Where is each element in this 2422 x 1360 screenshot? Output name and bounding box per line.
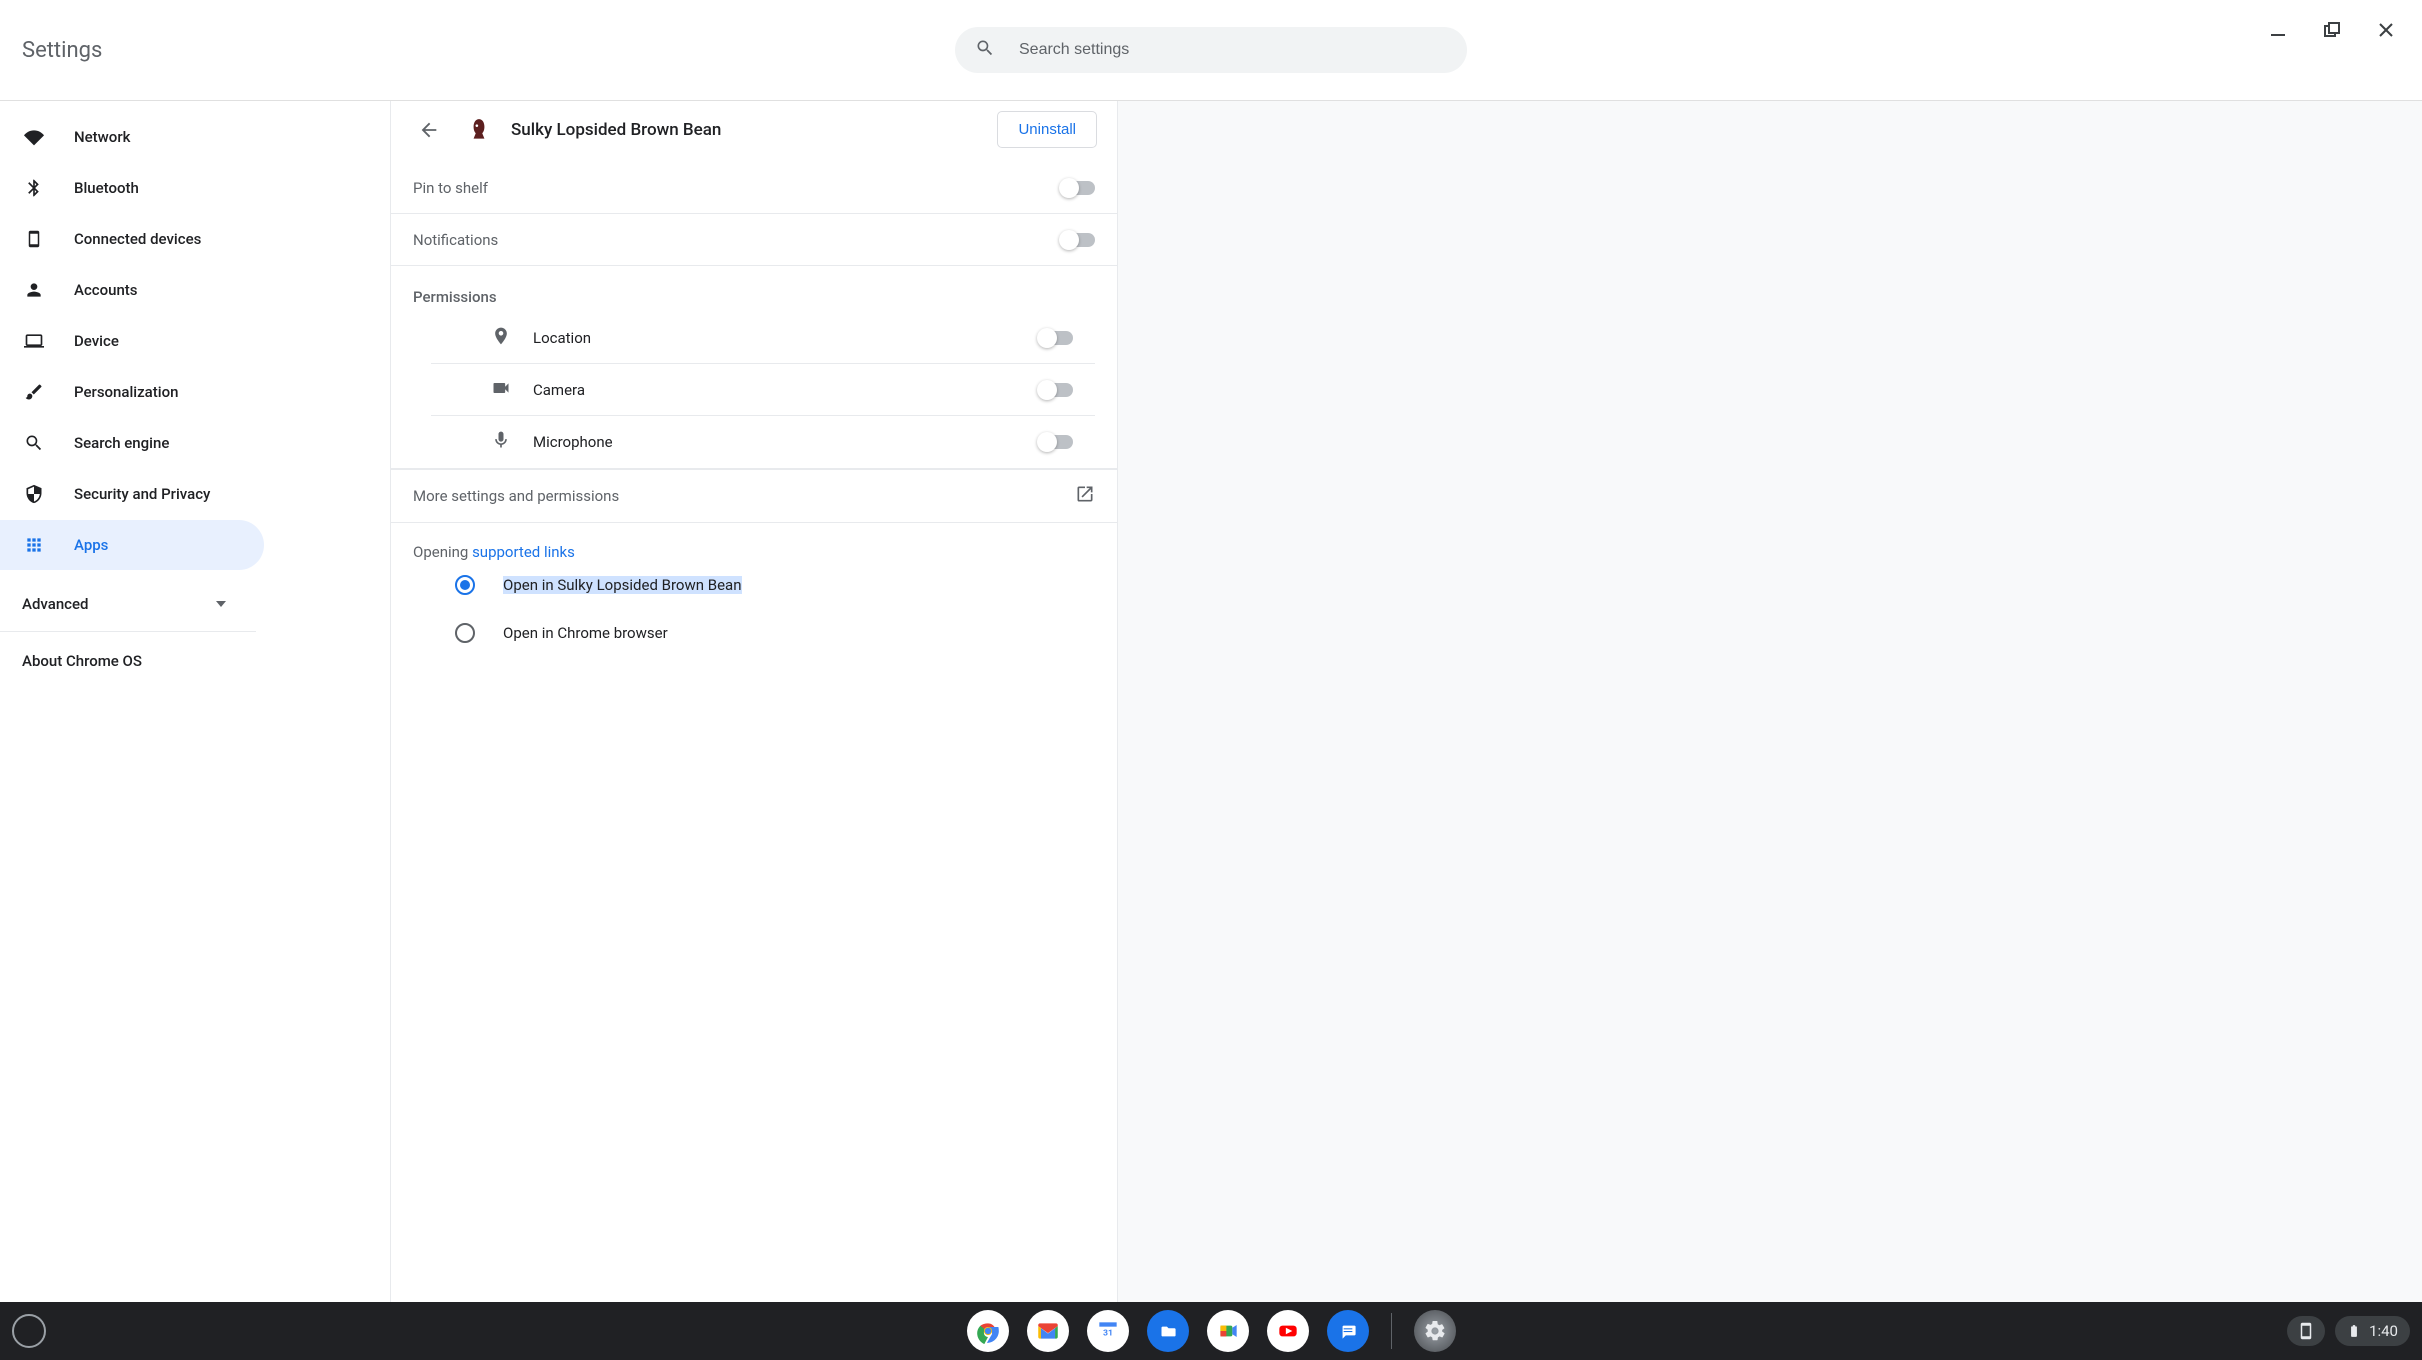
radio-open-in-app[interactable]: Open in Sulky Lopsided Brown Bean	[391, 561, 1117, 609]
permission-label: Location	[533, 329, 591, 347]
sidebar-item-label: Network	[74, 128, 130, 146]
external-link-icon	[1075, 484, 1095, 508]
shelf-icon-settings[interactable]	[1414, 1310, 1456, 1352]
shelf-icon-messages[interactable]	[1327, 1310, 1369, 1352]
shelf-icon-youtube[interactable]	[1267, 1310, 1309, 1352]
supported-links-link[interactable]: supported links	[472, 543, 575, 561]
app-detail-title: Sulky Lopsided Brown Bean	[511, 120, 979, 140]
more-settings-row[interactable]: More settings and permissions	[391, 469, 1117, 523]
permission-label: Camera	[533, 381, 585, 399]
clock-text: 1:40	[2369, 1322, 2398, 1340]
laptop-icon	[22, 331, 46, 351]
sidebar-item-accounts[interactable]: Accounts	[0, 265, 264, 315]
sidebar-item-apps[interactable]: Apps	[0, 520, 264, 570]
permission-camera-row: Camera	[431, 364, 1095, 416]
sidebar-item-connected-devices[interactable]: Connected devices	[0, 214, 264, 264]
permissions-heading: Permissions	[391, 266, 1117, 312]
shelf-divider	[1391, 1313, 1392, 1349]
permission-location-row: Location	[431, 312, 1095, 364]
shelf-icon-calendar[interactable]: 31	[1087, 1310, 1129, 1352]
back-button[interactable]	[411, 112, 447, 148]
sidebar-item-label: Security and Privacy	[74, 485, 210, 503]
page-title: Settings	[22, 38, 102, 63]
brush-icon	[22, 382, 46, 402]
sidebar-item-label: Device	[74, 332, 119, 350]
sidebar-item-personalization[interactable]: Personalization	[0, 367, 264, 417]
microphone-toggle[interactable]	[1039, 435, 1073, 449]
chevron-down-icon	[216, 601, 226, 607]
sidebar-item-network[interactable]: Network	[0, 112, 264, 162]
location-icon	[491, 326, 511, 350]
sidebar-item-search-engine[interactable]: Search engine	[0, 418, 264, 468]
sidebar-item-bluetooth[interactable]: Bluetooth	[0, 163, 264, 213]
sidebar-item-security-privacy[interactable]: Security and Privacy	[0, 469, 264, 519]
radio-button-icon	[455, 575, 475, 595]
search-engine-icon	[22, 433, 46, 453]
camera-icon	[491, 378, 511, 402]
person-icon	[22, 280, 46, 300]
sidebar-advanced[interactable]: Advanced	[0, 576, 256, 632]
radio-button-icon	[455, 623, 475, 643]
sidebar: Network Bluetooth Connected devices Acco…	[0, 101, 390, 1360]
sidebar-item-device[interactable]: Device	[0, 316, 264, 366]
radio-label: Open in Sulky Lopsided Brown Bean	[503, 576, 742, 594]
location-toggle[interactable]	[1039, 331, 1073, 345]
sidebar-item-label: Connected devices	[74, 230, 201, 248]
launcher-button[interactable]	[12, 1314, 46, 1348]
camera-toggle[interactable]	[1039, 383, 1073, 397]
opening-section: Opening supported links	[391, 523, 1117, 561]
more-settings-label: More settings and permissions	[413, 487, 619, 505]
search-icon	[975, 38, 995, 62]
svg-text:31: 31	[1103, 1328, 1113, 1338]
shield-icon	[22, 484, 46, 504]
search-input[interactable]	[1019, 41, 1447, 59]
wifi-icon	[22, 127, 46, 147]
app-icon	[465, 116, 493, 144]
permission-label: Microphone	[533, 433, 613, 451]
shelf-icon-meet[interactable]	[1207, 1310, 1249, 1352]
pin-to-shelf-row: Pin to shelf	[391, 162, 1117, 214]
notifications-toggle[interactable]	[1061, 233, 1095, 247]
header: Settings	[0, 0, 2422, 101]
pin-to-shelf-toggle[interactable]	[1061, 181, 1095, 195]
shelf: 31 1:40	[0, 1302, 2422, 1360]
opening-prefix: Opening	[413, 543, 472, 561]
apps-icon	[22, 535, 46, 555]
tray-notification-button[interactable]	[2287, 1316, 2325, 1346]
about-label: About Chrome OS	[22, 652, 142, 670]
shelf-icon-files[interactable]	[1147, 1310, 1189, 1352]
sidebar-item-label: Search engine	[74, 434, 169, 452]
notifications-row: Notifications	[391, 214, 1117, 266]
shelf-icon-gmail[interactable]	[1027, 1310, 1069, 1352]
microphone-icon	[491, 430, 511, 454]
notifications-label: Notifications	[413, 231, 498, 249]
phone-icon	[22, 229, 46, 249]
radio-open-in-chrome[interactable]: Open in Chrome browser	[391, 609, 1117, 657]
bluetooth-icon	[22, 178, 46, 198]
sidebar-item-label: Accounts	[74, 281, 138, 299]
sidebar-item-label: Personalization	[74, 383, 178, 401]
pin-to-shelf-label: Pin to shelf	[413, 179, 488, 197]
tray-status-area[interactable]: 1:40	[2335, 1316, 2410, 1346]
sidebar-item-label: Apps	[74, 536, 108, 554]
search-box[interactable]	[955, 27, 1467, 73]
sidebar-item-label: Bluetooth	[74, 179, 139, 197]
sidebar-about[interactable]: About Chrome OS	[0, 632, 390, 690]
main-content: Sulky Lopsided Brown Bean Uninstall Pin …	[390, 101, 2422, 1360]
advanced-label: Advanced	[22, 595, 88, 613]
uninstall-button[interactable]: Uninstall	[997, 111, 1097, 148]
permission-microphone-row: Microphone	[431, 416, 1095, 468]
shelf-icon-chrome[interactable]	[967, 1310, 1009, 1352]
battery-icon	[2347, 1322, 2361, 1340]
radio-label: Open in Chrome browser	[503, 624, 668, 642]
